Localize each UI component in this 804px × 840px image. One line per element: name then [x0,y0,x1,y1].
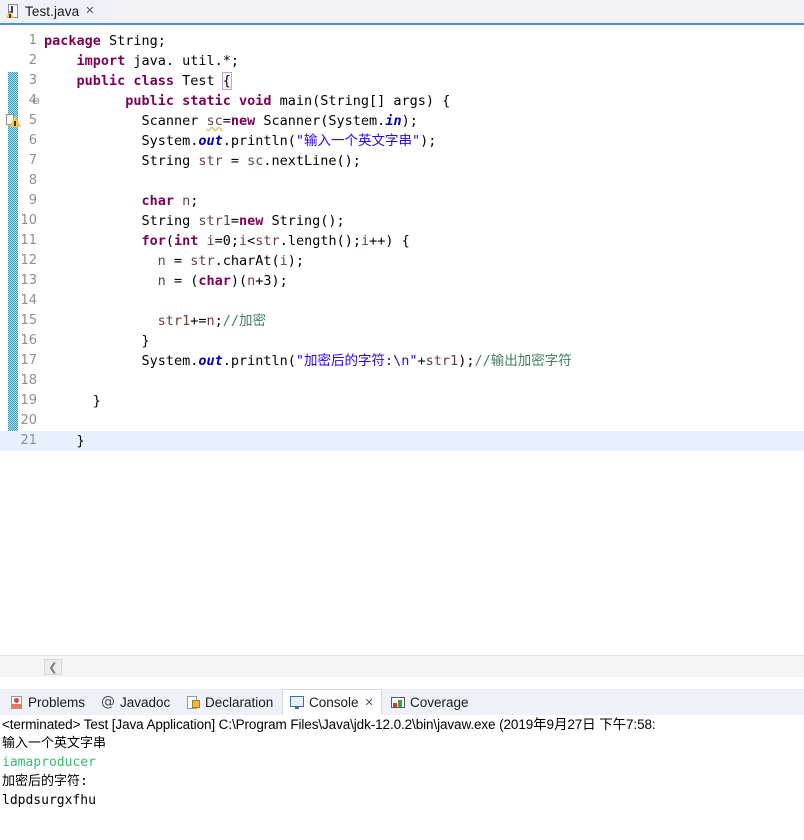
line-number: 6 [28,133,37,148]
panel-tab-javadoc[interactable]: Javadoc [94,689,177,715]
panel-tab-problems[interactable]: Problems [2,689,92,715]
line-number: 18 [20,373,37,388]
panel-tab-declaration[interactable]: Declaration [179,689,280,715]
code-line[interactable]: 18 [0,371,804,391]
code-line[interactable]: 16} [0,331,804,351]
code-line[interactable]: 7 String str = sc.nextLine(); [0,151,804,171]
code-line[interactable]: 4 ⊖ public static void main(String[] args)… [0,91,804,111]
console-output[interactable]: <terminated> Test [Java Application] C:\… [0,715,804,840]
code-line[interactable]: 2 import java. util.*; [0,51,804,71]
code-text: n = str.charAt(i); [157,253,305,269]
code-text: package String; [44,33,166,49]
code-line[interactable]: 15 str1+=n;//加密 [0,311,804,331]
code-line[interactable]: 11 for(int i=0;i<str.length();i++) { [0,231,804,251]
code-text: str1+=n;//加密 [157,313,266,329]
console-line: iamaproducer [2,755,96,770]
javadoc-icon [101,694,116,710]
line-number: 8 [28,173,37,188]
java-file-warning-icon [6,4,20,19]
console-line: 输入一个英文字串 [2,736,107,751]
code-text: Scanner sc=new Scanner(System.in); [141,113,418,129]
code-text: public static void main(String[] args) { [125,93,451,109]
console-icon [290,695,305,710]
line-number: 3 [28,73,37,88]
line-number: 12 [20,253,37,268]
code-text: public class Test { [76,72,232,90]
line-number: 17 [20,353,37,368]
code-line[interactable]: 1 package String; [0,31,804,51]
code-text: } [92,393,101,409]
code-text: char n; [141,193,199,209]
code-line[interactable]: 14 [0,291,804,311]
console-line: 加密后的字符: [2,774,88,789]
scroll-left-icon[interactable]: ❮ [44,659,62,675]
line-number: 7 [28,153,37,168]
code-line[interactable]: 5 Scanner sc=new Scanner(System.in); [0,111,804,131]
code-line[interactable]: 10 String str1=new String(); [0,211,804,231]
editor-horizontal-scrollbar[interactable]: ❮ [0,655,804,678]
line-number: 5 [28,113,37,128]
line-number: 1 [28,33,37,48]
line-number: 11 [20,233,37,248]
code-line[interactable]: 21} [0,431,804,451]
line-number: 13 [20,273,37,288]
code-text: String str1=new String(); [141,213,345,229]
console-line: <terminated> Test [Java Application] C:\… [2,717,656,732]
code-text: for(int i=0;i<str.length();i++) { [141,233,410,249]
line-number: 2 [28,53,37,68]
editor-tabbar: Test.java ✕ [0,0,804,25]
code-editor[interactable]: 1 package String; 2 import java. util.*; 3 pu… [0,25,804,655]
code-line[interactable]: 3 public class Test { [0,71,804,91]
panel-tab-label: Javadoc [120,694,171,710]
code-line[interactable]: 17 System.out.println("加密后的字符:\n"+str1);/… [0,351,804,371]
declaration-icon [186,695,201,710]
panel-tab-label: Console [309,694,359,710]
problems-icon [9,695,24,710]
line-number: 20 [20,413,37,428]
editor-tab-test-java[interactable]: Test.java ✕ [0,0,112,25]
code-lines[interactable]: 1 package String; 2 import java. util.*; 3 pu… [0,25,804,655]
line-number: 19 [20,393,37,408]
code-text: System.out.println("加密后的字符:\n"+str1);//输… [141,353,572,369]
panel-tab-label: Declaration [205,694,274,710]
code-line[interactable]: 6 System.out.println("输入一个英文字串"); [0,131,804,151]
eclipse-ide-window: Test.java ✕ 1 package String; 2 import java… [0,0,804,840]
code-text: String str = sc.nextLine(); [141,153,361,169]
code-line[interactable]: 13 n = (char)(n+3); [0,271,804,291]
editor-tab-label: Test.java [25,4,80,19]
fold-toggle-icon[interactable]: ⊖ [30,91,42,112]
panel-tabbar: Problems Javadoc Declaration Console ✕ Covera… [0,689,804,716]
panel-tab-label: Coverage [410,694,469,710]
code-line[interactable]: 19} [0,391,804,411]
code-line[interactable]: 20 [0,411,804,431]
line-number: 10 [20,213,37,228]
code-text: import java. util.*; [76,53,240,69]
code-text: } [141,333,150,349]
line-number: 14 [20,293,37,308]
coverage-icon [391,695,406,710]
code-line[interactable]: 8 [0,171,804,191]
console-line: ldpdsurgxfhu [2,793,96,808]
code-text: n = (char)(n+3); [157,273,288,289]
panel-tab-coverage[interactable]: Coverage [384,689,476,715]
panel-tab-console[interactable]: Console ✕ [282,689,382,715]
line-number: 16 [20,333,37,348]
close-icon[interactable]: ✕ [363,696,374,709]
code-text: } [76,433,85,449]
panel-tab-label: Problems [28,694,86,710]
line-number: 21 [20,433,37,448]
close-icon[interactable]: ✕ [84,6,94,17]
code-line[interactable]: 9 char n; [0,191,804,211]
line-number: 15 [20,313,37,328]
line-number: 9 [28,193,37,208]
code-text: System.out.println("输入一个英文字串"); [141,133,437,149]
code-line[interactable]: 12 n = str.charAt(i); [0,251,804,271]
bottom-panel: Problems Javadoc Declaration Console ✕ Covera… [0,677,804,840]
